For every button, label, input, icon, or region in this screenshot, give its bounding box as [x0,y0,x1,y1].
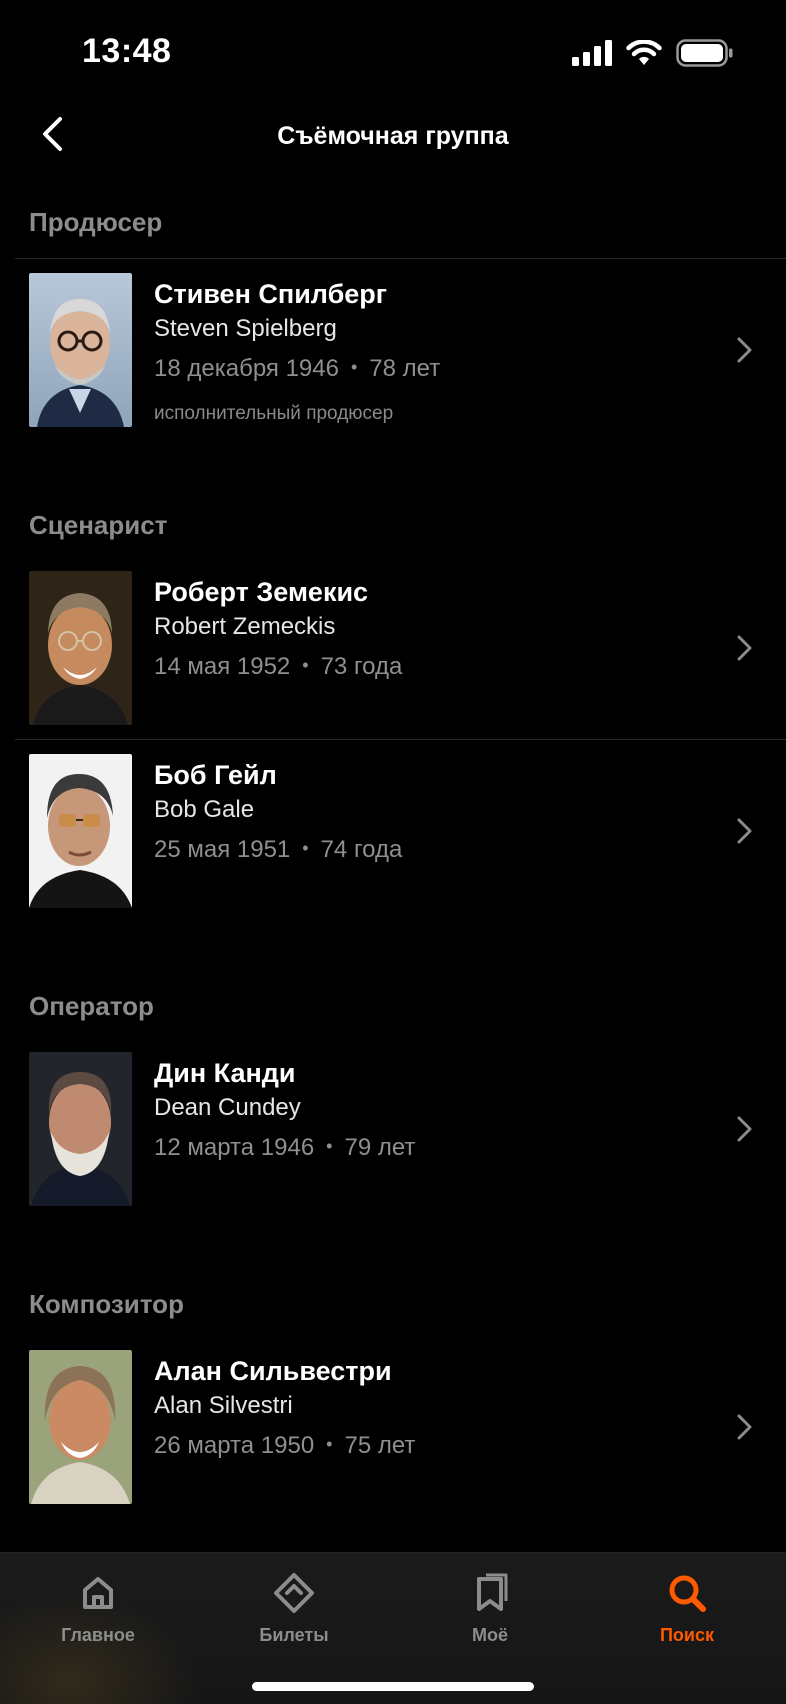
person-meta: 12 марта 1946 • 79 лет [154,1134,415,1162]
person-photo [29,571,132,725]
status-time: 13:48 [82,32,172,70]
person-name: Дин Канди [154,1058,296,1088]
divider [15,739,786,740]
search-icon [669,1575,706,1612]
separator-dot: • [302,655,309,675]
person-original-name: Alan Silvestri [154,1392,293,1419]
tab-search[interactable]: Поиск [607,1571,767,1671]
separator-dot: • [326,1136,333,1156]
person-original-name: Robert Zemeckis [154,613,336,640]
person-photo [29,1052,132,1206]
person-birth-date: 14 мая 1952 [154,653,291,680]
battery-icon [676,39,733,67]
tab-label: Билеты [259,1625,329,1645]
chevron-right-icon [737,818,752,844]
section-title-screenwriter: Сценарист [29,510,168,540]
person-meta: 14 мая 1952 • 73 года [154,653,402,681]
person-original-name: Steven Spielberg [154,315,337,342]
person-birth-date: 18 декабря 1946 [154,355,339,382]
chevron-right-icon [737,337,752,363]
person-photo [29,1350,132,1504]
separator-dot: • [350,357,358,377]
separator-dot: • [302,838,309,858]
person-row-gale[interactable]: Боб Гейл Bob Gale 25 мая 1951 • 74 года [0,754,786,914]
section-title-composer: Композитор [29,1289,184,1319]
screen: 13:48 Съёмочная группа Продюсер Стивен С… [0,0,786,1704]
person-original-name: Dean Cundey [154,1094,301,1121]
divider [15,258,786,259]
tab-my[interactable]: Моё [410,1571,570,1671]
tab-tickets[interactable]: Билеты [214,1571,374,1671]
wifi-icon [626,40,662,65]
person-age: 73 года [320,653,403,680]
section-title-cinematographer: Оператор [29,991,154,1021]
section-title-producer: Продюсер [29,207,163,237]
person-meta: 26 марта 1950 • 75 лет [154,1432,415,1460]
nav-bar: Съёмочная группа [0,100,786,180]
person-name: Роберт Земекис [154,577,369,607]
tab-label: Поиск [659,1625,715,1645]
person-original-name: Bob Gale [154,796,255,823]
person-birth-date: 26 марта 1950 [154,1432,315,1459]
person-row-cundey[interactable]: Дин Канди Dean Cundey 12 марта 1946 • 79 л… [0,1052,786,1212]
home-icon [83,1577,113,1609]
person-birth-date: 12 марта 1946 [154,1134,315,1161]
person-name: Стивен Спилберг [154,279,388,309]
person-row-zemeckis[interactable]: Роберт Земекис Robert Zemeckis 14 мая 19… [0,571,786,731]
person-name: Алан Сильвестри [154,1356,392,1386]
tab-label: Главное [61,1625,135,1645]
person-age: 79 лет [344,1134,416,1161]
person-row-silvestri[interactable]: Алан Сильвестри Alan Silvestri 26 марта … [0,1350,786,1510]
bookmark-icon [477,1573,508,1611]
person-age: 74 года [320,836,403,863]
ticket-icon [274,1573,314,1613]
person-birth-date: 25 мая 1951 [154,836,291,863]
person-photo [29,273,132,427]
person-age: 75 лет [344,1432,416,1459]
status-icons [572,38,734,68]
person-meta: 18 декабря 1946 • 78 лет [154,355,440,383]
tab-label: Моё [472,1625,508,1645]
page-title: Съёмочная группа [277,122,509,150]
person-meta: 25 мая 1951 • 74 года [154,836,402,864]
person-age: 78 лет [369,355,441,382]
status-bar: 13:48 [0,0,786,100]
person-photo [29,754,132,908]
cellular-signal-icon [572,40,612,66]
tab-home[interactable]: Главное [18,1571,178,1671]
person-row-spielberg[interactable]: Стивен Спилберг Steven Spielberg 18 дека… [0,273,786,448]
chevron-right-icon [737,635,752,661]
person-role: исполнительный продюсер [154,403,394,424]
chevron-right-icon [737,1116,752,1142]
chevron-right-icon [737,1414,752,1440]
separator-dot: • [326,1434,333,1454]
person-name: Боб Гейл [154,760,277,790]
home-indicator [252,1682,534,1691]
